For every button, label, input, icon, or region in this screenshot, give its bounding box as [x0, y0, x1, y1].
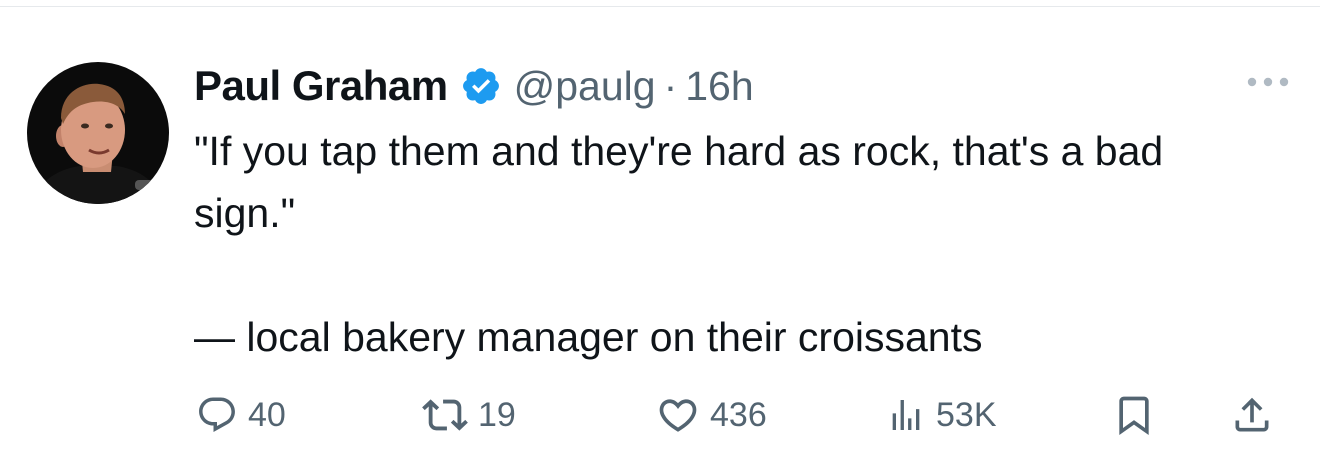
retweet-icon	[422, 399, 468, 431]
avatar-photo	[27, 62, 169, 204]
share-button[interactable]	[1230, 388, 1274, 442]
views-count: 53K	[936, 395, 997, 434]
tweet-paragraph-quote: "If you tap them and they're hard as roc…	[194, 128, 1164, 236]
tweet-actions: 40 19 436 53K	[190, 388, 1300, 442]
reply-icon	[199, 397, 235, 432]
avatar[interactable]	[27, 62, 169, 204]
tweet-paragraph-attribution: — local bakery manager on their croissan…	[194, 314, 983, 360]
reply-button[interactable]: 40	[196, 388, 286, 442]
share-icon	[1235, 397, 1269, 432]
more-icon	[1247, 77, 1289, 87]
like-count: 436	[710, 395, 767, 434]
more-button[interactable]	[1240, 62, 1296, 102]
like-button[interactable]: 436	[656, 388, 767, 442]
separator-dot: ·	[663, 62, 678, 109]
bookmark-button[interactable]	[1112, 388, 1156, 442]
views-button[interactable]: 53K	[886, 388, 997, 442]
views-icon	[892, 400, 920, 430]
verified-badge-icon[interactable]	[460, 65, 502, 107]
reply-count: 40	[248, 395, 286, 434]
retweet-button[interactable]: 19	[422, 388, 516, 442]
tweet[interactable]: Paul Graham @paulg · 16h "If you tap the…	[0, 0, 1320, 468]
author-handle[interactable]: @paulg	[514, 63, 656, 110]
retweet-count: 19	[478, 395, 516, 434]
bookmark-icon	[1119, 396, 1149, 436]
heart-icon	[659, 399, 697, 432]
tweet-text: "If you tap them and they're hard as roc…	[194, 120, 1274, 368]
tweet-header: Paul Graham @paulg · 16h	[194, 56, 754, 116]
tweet-timestamp[interactable]: 16h	[685, 63, 753, 110]
display-name[interactable]: Paul Graham	[194, 62, 448, 110]
